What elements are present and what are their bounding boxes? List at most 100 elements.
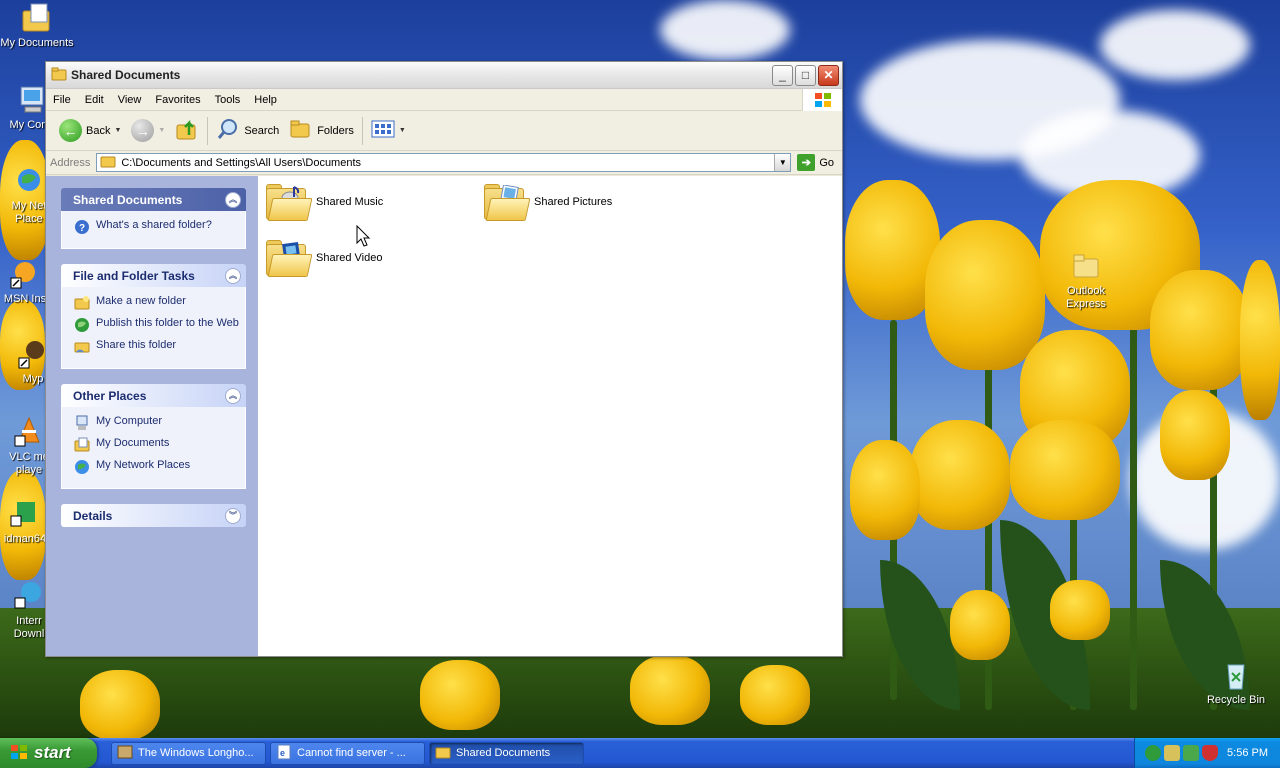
- panel-file-folder-tasks: File and Folder Tasks ︽ Make a new folde…: [61, 264, 246, 369]
- start-button[interactable]: start: [0, 738, 97, 768]
- place-my-network-places[interactable]: My Network Places: [74, 459, 245, 475]
- up-folder-button[interactable]: [170, 116, 204, 146]
- menu-edit[interactable]: Edit: [78, 94, 111, 106]
- place-my-computer[interactable]: My Computer: [74, 415, 245, 431]
- desktop-icon-my-documents[interactable]: My Documents: [0, 2, 74, 50]
- search-icon: [216, 117, 240, 144]
- back-label: Back: [86, 124, 111, 137]
- menu-bar: File Edit View Favorites Tools Help: [46, 89, 842, 111]
- folder-item-shared-pictures[interactable]: Shared Pictures: [482, 182, 612, 222]
- svg-text:e: e: [280, 748, 285, 758]
- address-bar: Address C:\Documents and Settings\All Us…: [46, 151, 842, 175]
- panel-title: File and Folder Tasks: [73, 268, 195, 283]
- documents-folder-icon: [74, 437, 90, 453]
- network-icon: [13, 165, 45, 197]
- panel-header[interactable]: File and Folder Tasks ︽: [61, 264, 246, 287]
- address-label: Address: [50, 156, 91, 169]
- security-shield-icon[interactable]: [1202, 745, 1218, 761]
- folder-item-shared-music[interactable]: Shared Music: [264, 182, 383, 222]
- update-tray-icon[interactable]: [1183, 745, 1199, 761]
- computer-icon: [74, 415, 90, 431]
- panel-shared-documents: Shared Documents ︽ ? What's a shared fol…: [61, 188, 246, 249]
- system-tray: 5:56 PM: [1134, 738, 1280, 768]
- expand-chevron-icon[interactable]: ︾: [225, 507, 241, 524]
- go-arrow-icon: ➔: [797, 154, 816, 171]
- file-list: Shared Music Shared Pictures Shared Vide…: [258, 176, 842, 656]
- panel-header[interactable]: Shared Documents ︽: [61, 188, 246, 211]
- task-publish-to-web[interactable]: Publish this folder to the Web: [74, 317, 245, 333]
- video-folder-icon: [264, 238, 313, 278]
- chevron-down-icon[interactable]: ▼: [158, 127, 165, 134]
- collapse-chevron-icon[interactable]: ︽: [225, 267, 241, 284]
- ie-icon: [117, 744, 133, 763]
- folder-name: Shared Music: [316, 196, 384, 208]
- panel-header[interactable]: Other Places ︽: [61, 384, 246, 407]
- address-dropdown-button[interactable]: ▼: [774, 154, 791, 171]
- folders-label: Folders: [317, 124, 354, 137]
- go-button[interactable]: ➔ Go: [797, 154, 834, 171]
- panel-title: Other Places: [73, 388, 147, 403]
- collapse-chevron-icon[interactable]: ︽: [225, 191, 241, 208]
- folders-icon: [289, 118, 313, 143]
- panel-other-places: Other Places ︽ My Computer My Documents …: [61, 384, 246, 489]
- new-folder-icon: [74, 295, 90, 311]
- forward-arrow-icon: →: [131, 119, 155, 142]
- maximize-icon: □: [801, 68, 810, 82]
- maximize-button[interactable]: □: [795, 64, 816, 86]
- window-title: Shared Documents: [71, 68, 181, 82]
- connections-tray-icon[interactable]: [1164, 745, 1180, 761]
- msn-icon: [9, 258, 41, 290]
- folder-icon: [51, 67, 67, 84]
- folders-button[interactable]: Folders: [284, 116, 359, 146]
- menu-file[interactable]: File: [46, 94, 78, 106]
- folder-icon: [1070, 250, 1102, 282]
- panel-title: Shared Documents: [73, 192, 183, 207]
- panel-details: Details ︾: [61, 504, 246, 527]
- recycle-bin-icon: [1220, 659, 1252, 691]
- network-icon: [74, 459, 90, 475]
- close-icon: ✕: [823, 68, 834, 82]
- back-button[interactable]: ← Back ▼: [54, 116, 126, 146]
- taskbar-button-longhorn[interactable]: The Windows Longho...: [111, 741, 266, 765]
- folder-icon: [435, 745, 451, 762]
- address-value: C:\Documents and Settings\All Users\Docu…: [121, 156, 362, 169]
- forward-button[interactable]: → ▼: [126, 116, 170, 146]
- menu-help[interactable]: Help: [247, 94, 284, 106]
- network-tray-icon[interactable]: [1145, 745, 1161, 761]
- place-my-documents[interactable]: My Documents: [74, 437, 245, 453]
- minimize-button[interactable]: _: [772, 64, 793, 86]
- task-whats-shared-folder[interactable]: ? What's a shared folder?: [74, 219, 245, 235]
- minimize-icon: _: [779, 68, 786, 82]
- taskbar-button-cannot-find-server[interactable]: e Cannot find server - ...: [270, 741, 425, 765]
- windows-flag-icon: [802, 89, 842, 111]
- task-make-new-folder[interactable]: Make a new folder: [74, 295, 245, 311]
- chevron-down-icon[interactable]: ▼: [114, 127, 121, 134]
- folder-name: Shared Video: [316, 252, 383, 264]
- views-button[interactable]: ▼: [366, 116, 411, 146]
- explorer-window: Shared Documents _ □ ✕ File Edit View Fa…: [45, 61, 843, 657]
- globe-download-icon: [13, 580, 45, 612]
- panel-header[interactable]: Details ︾: [61, 504, 246, 527]
- collapse-chevron-icon[interactable]: ︽: [225, 387, 241, 404]
- task-share-folder[interactable]: Share this folder: [74, 339, 245, 355]
- folder-name: Shared Pictures: [534, 196, 613, 208]
- clock[interactable]: 5:56 PM: [1227, 747, 1268, 759]
- address-input[interactable]: C:\Documents and Settings\All Users\Docu…: [96, 153, 792, 172]
- music-folder-icon: [264, 182, 313, 222]
- svg-text:?: ?: [79, 223, 85, 234]
- share-folder-icon: [74, 339, 90, 355]
- chevron-down-icon: ▼: [778, 158, 787, 167]
- desktop-icon-recycle-bin[interactable]: Recycle Bin: [1199, 659, 1273, 707]
- menu-tools[interactable]: Tools: [208, 94, 248, 106]
- desktop-icon-outlook-express[interactable]: Outlook Express: [1049, 250, 1123, 311]
- taskbar-button-shared-documents[interactable]: Shared Documents: [429, 741, 584, 765]
- menu-favorites[interactable]: Favorites: [148, 94, 207, 106]
- search-button[interactable]: Search: [211, 116, 284, 146]
- picture-folder-icon: [482, 182, 531, 222]
- close-button[interactable]: ✕: [818, 64, 839, 86]
- search-label: Search: [244, 124, 280, 137]
- chevron-down-icon: ▼: [398, 127, 406, 134]
- title-bar[interactable]: Shared Documents _ □ ✕: [46, 62, 842, 89]
- menu-view[interactable]: View: [111, 94, 149, 106]
- globe-icon: [74, 317, 90, 333]
